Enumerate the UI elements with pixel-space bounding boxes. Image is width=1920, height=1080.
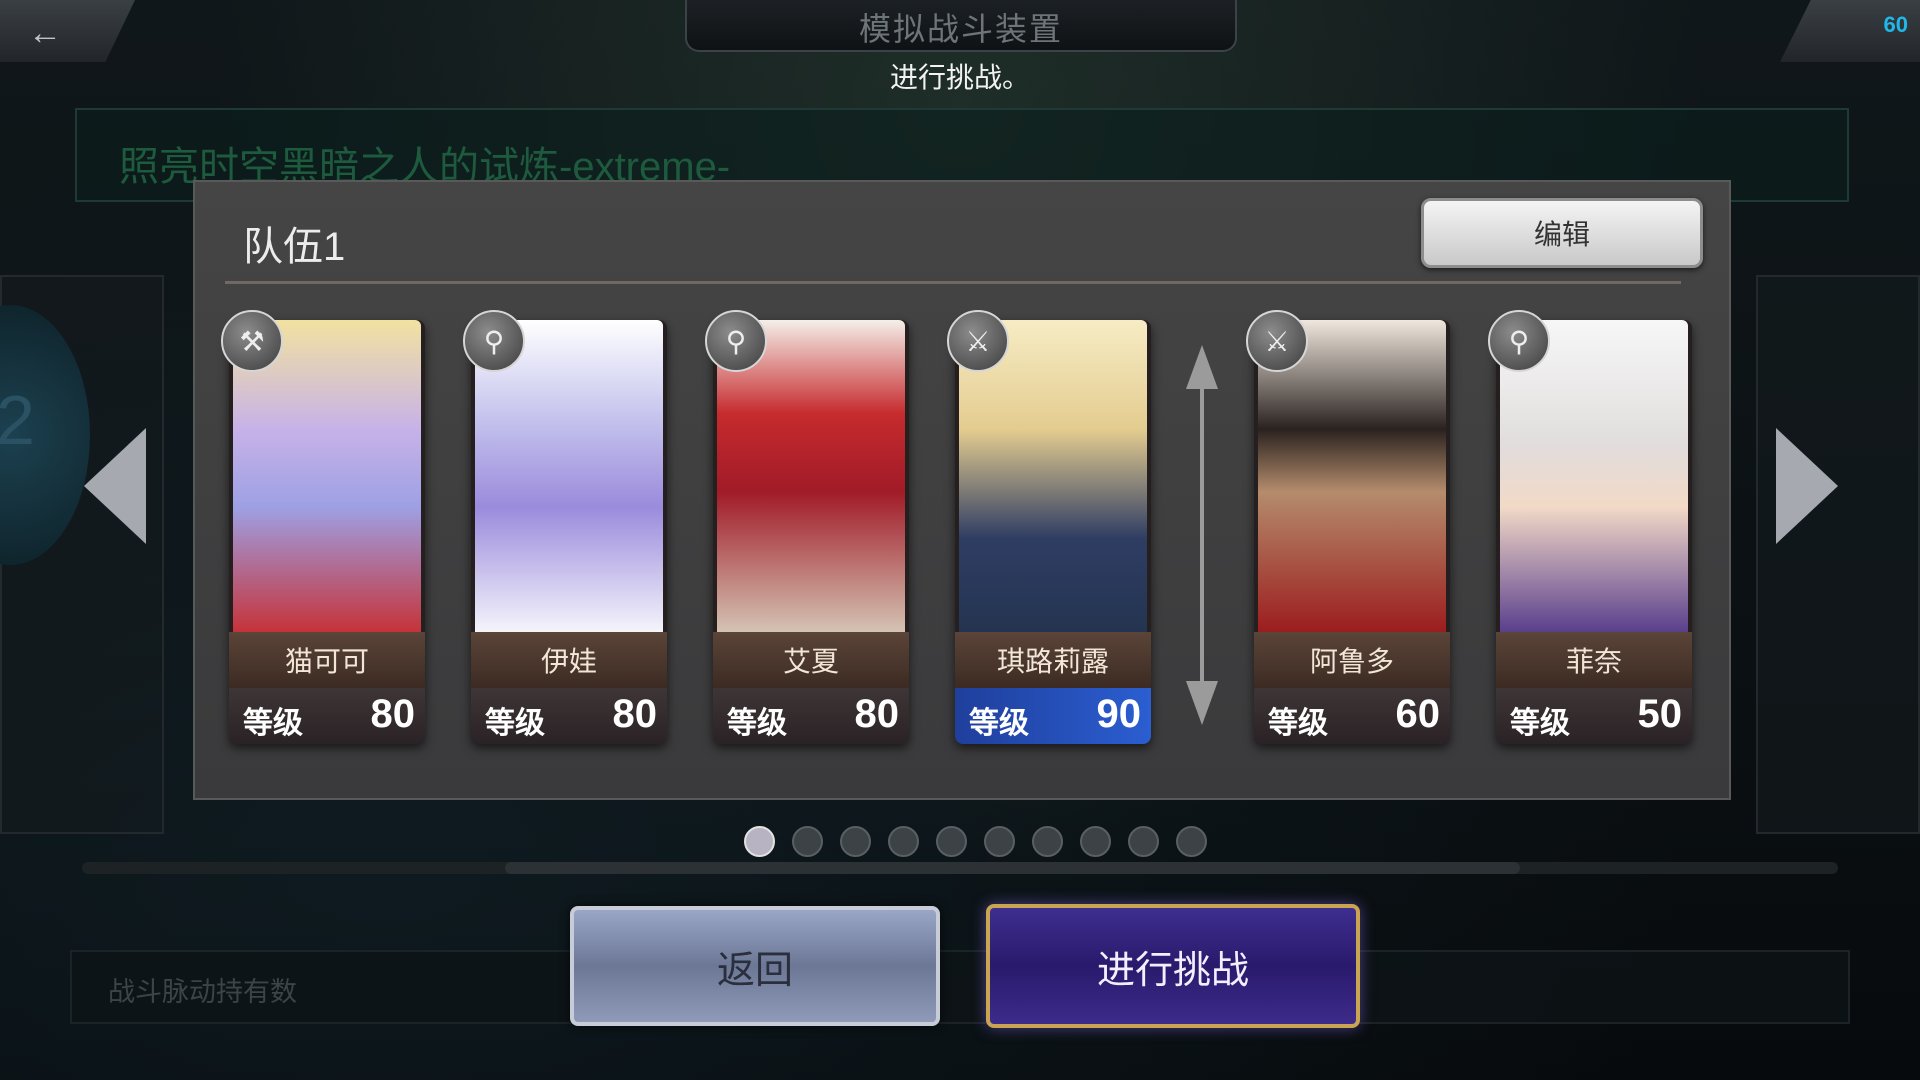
level-bar: 等级 80 <box>229 688 425 744</box>
battle-pulse-label: 战斗脉动持有数 <box>108 977 297 1007</box>
character-name: 猫可可 <box>229 632 425 688</box>
right-side-panel <box>1756 275 1920 834</box>
swap-shaft <box>1200 385 1204 685</box>
pager-dot[interactable] <box>840 826 871 857</box>
scroll-thumb[interactable] <box>505 862 1520 874</box>
staff-icon: ⚲ <box>705 310 767 372</box>
pager-dot[interactable] <box>1176 826 1207 857</box>
level-label: 等级 <box>1510 707 1570 740</box>
pager-dot[interactable] <box>936 826 967 857</box>
pager-dot[interactable] <box>1080 826 1111 857</box>
level-bar: 等级 80 <box>471 688 667 744</box>
character-name: 伊娃 <box>471 632 667 688</box>
swap-up-arrow <box>1186 345 1218 389</box>
swap-down-arrow <box>1186 681 1218 725</box>
level-value: 90 <box>1096 692 1142 736</box>
pager-dot[interactable] <box>744 826 775 857</box>
level-label: 等级 <box>727 707 787 740</box>
screen-subtitle: 进行挑战。 <box>889 62 1030 93</box>
level-value: 60 <box>1395 692 1441 736</box>
level-bar: 等级 80 <box>713 688 909 744</box>
pager-dot[interactable] <box>792 826 823 857</box>
edit-team-button[interactable]: 编辑 <box>1421 198 1703 268</box>
level-bar: 等级 50 <box>1496 688 1692 744</box>
character-card[interactable]: ⚔ 阿鲁多 等级 60 <box>1246 310 1450 744</box>
staff-icon: ⚲ <box>463 310 525 372</box>
back-button[interactable]: 返回 <box>570 906 940 1026</box>
character-name: 菲奈 <box>1496 632 1692 688</box>
level-value: 80 <box>612 692 658 736</box>
next-team-arrow-icon[interactable] <box>1776 428 1838 544</box>
character-card[interactable]: ⚔ 琪路莉露 等级 90 <box>947 310 1151 744</box>
title-plate: 模拟战斗装置 <box>685 0 1237 52</box>
character-card[interactable]: ⚲ 菲奈 等级 50 <box>1488 310 1692 744</box>
character-card[interactable]: ⚒ 猫可可 等级 80 <box>221 310 425 744</box>
character-card[interactable]: ⚲ 伊娃 等级 80 <box>463 310 667 744</box>
staff-icon: ⚲ <box>1488 310 1550 372</box>
left-page-number: 2 <box>0 381 35 459</box>
pager-dot[interactable] <box>1128 826 1159 857</box>
level-label: 等级 <box>1268 707 1328 740</box>
modal-divider <box>225 281 1681 284</box>
pager-dot[interactable] <box>984 826 1015 857</box>
level-bar: 等级 60 <box>1254 688 1450 744</box>
level-label: 等级 <box>969 707 1029 740</box>
level-value: 80 <box>370 692 416 736</box>
level-value: 80 <box>854 692 900 736</box>
team-pager <box>744 826 1207 857</box>
level-value: 50 <box>1637 692 1683 736</box>
character-name: 艾夏 <box>713 632 909 688</box>
character-name: 阿鲁多 <box>1254 632 1450 688</box>
swap-arrows-icon <box>1186 345 1218 725</box>
level-label: 等级 <box>485 707 545 740</box>
level-label: 等级 <box>243 707 303 740</box>
challenge-button[interactable]: 进行挑战 <box>986 904 1360 1028</box>
character-name: 琪路莉露 <box>955 632 1151 688</box>
level-bar: 等级 90 <box>955 688 1151 744</box>
axe-icon: ⚒ <box>221 310 283 372</box>
fps-counter: 60 <box>1883 12 1908 37</box>
info-bar: 战斗脉动持有数 <box>70 950 1850 1024</box>
pager-dot[interactable] <box>1032 826 1063 857</box>
character-card[interactable]: ⚲ 艾夏 等级 80 <box>705 310 909 744</box>
previous-team-arrow-icon[interactable] <box>84 428 146 544</box>
back-arrow-icon: ← <box>28 14 62 52</box>
sword-icon: ⚔ <box>1246 310 1308 372</box>
sword-icon: ⚔ <box>947 310 1009 372</box>
team-title: 队伍1 <box>243 225 346 269</box>
screen-title: 模拟战斗装置 <box>858 11 1063 47</box>
pager-dot[interactable] <box>888 826 919 857</box>
